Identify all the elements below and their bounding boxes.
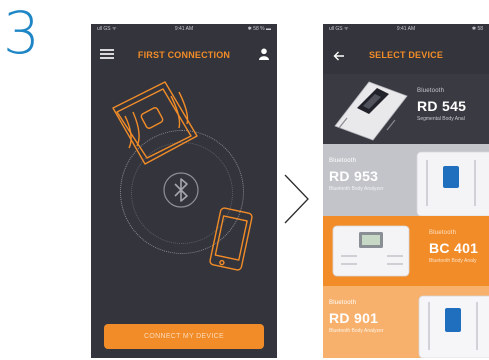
page-title: SELECT DEVICE [368, 50, 444, 60]
page-title: FIRST CONNECTION [137, 50, 231, 60]
user-icon[interactable] [259, 48, 269, 60]
status-bar: ull GS ᯤ 9:41 AM ✱ 58 [323, 24, 489, 34]
device-model: RD 545 [417, 98, 467, 114]
device-description: Bluetooth Body Analy [429, 258, 477, 264]
device-description: Bluetooth Body Analyzer [329, 328, 384, 334]
chevron-right-icon [284, 174, 309, 224]
device-brand: Bluetooth [329, 300, 357, 306]
rd901-scale-image [418, 295, 489, 358]
rd953-scale-image [416, 151, 489, 216]
status-battery: ✱ 58 [471, 26, 483, 32]
first-connection-screen: ull GS ᯤ 9:41 AM ✱ 58 % ▬ FIRST CONNECTI… [91, 24, 277, 358]
device-card-rd901[interactable]: Bluetooth RD 901 Bluetooth Body Analyzer [323, 286, 489, 358]
device-card-rd953[interactable]: Bluetooth RD 953 Bluetooth Body Analyzer [323, 144, 489, 216]
status-time: 9:41 AM [396, 26, 416, 32]
device-card-bc401[interactable]: Bluetooth BC 401 Bluetooth Body Analy [323, 216, 489, 286]
device-brand: Bluetooth [429, 230, 457, 236]
device-brand: Bluetooth [417, 88, 445, 94]
connect-my-device-button[interactable]: CONNECT MY DEVICE [104, 324, 264, 349]
status-bar: ull GS ᯤ 9:41 AM ✱ 58 % ▬ [91, 24, 277, 34]
step-number: 3 [3, 0, 40, 67]
device-model: RD 901 [329, 310, 379, 326]
device-description: Bluetooth Body Analyzer [329, 186, 384, 192]
device-description: Segmental Body Anal [417, 116, 465, 122]
device-model: BC 401 [429, 240, 479, 256]
device-card-rd545[interactable]: Bluetooth RD 545 Segmental Body Anal [323, 74, 489, 144]
device-model: RD 953 [329, 168, 379, 184]
device-brand: Bluetooth [329, 158, 357, 164]
bluetooth-icon [163, 172, 199, 208]
status-battery: ✱ 58 % ▬ [247, 26, 271, 32]
rd545-scale-image [334, 81, 408, 141]
select-device-screen: ull GS ᯤ 9:41 AM ✱ 58 SELECT DEVICE Blue… [323, 24, 489, 358]
smartphone-illustration [209, 207, 253, 271]
body-analyzer-scale-illustration [112, 81, 198, 165]
bc401-scale-image [332, 225, 410, 277]
